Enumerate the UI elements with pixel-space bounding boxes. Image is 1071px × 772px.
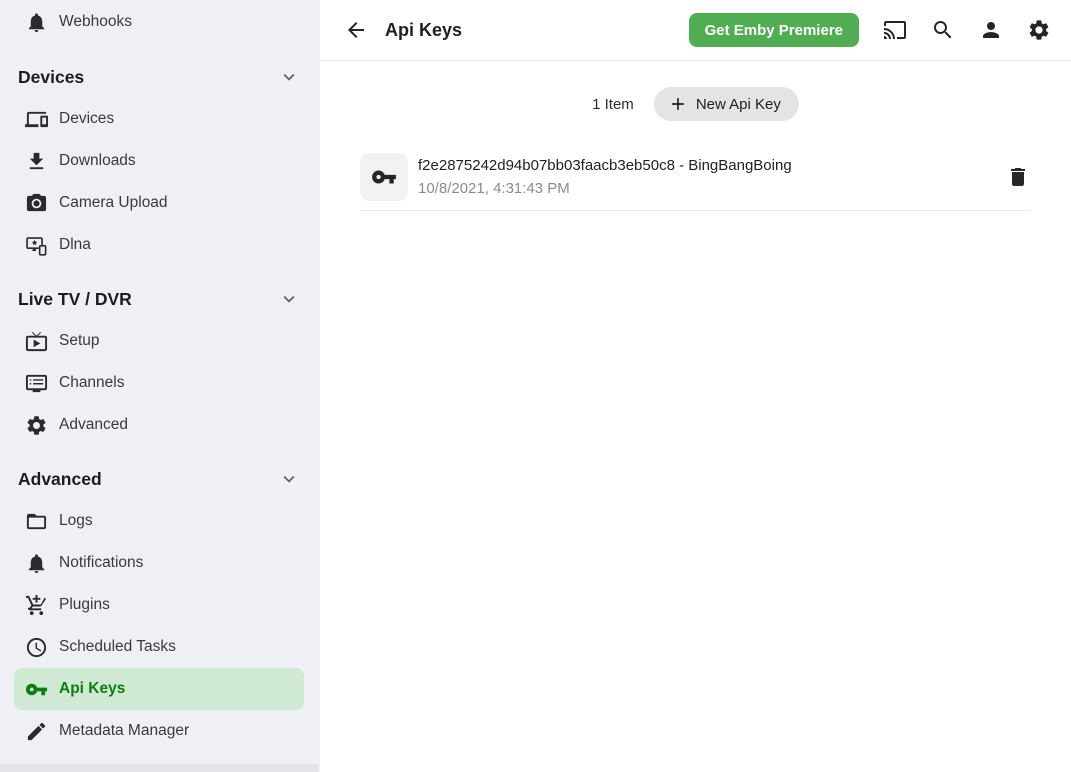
trash-icon xyxy=(1006,165,1030,189)
sidebar-scrollbar[interactable] xyxy=(0,764,318,772)
sidebar-item-metadata-manager[interactable]: Metadata Manager xyxy=(0,710,320,752)
dlna-icon xyxy=(25,234,48,257)
api-key-row[interactable]: f2e2875242d94b07bb03faacb3eb50c8 - BingB… xyxy=(360,153,1031,211)
delete-api-key-button[interactable] xyxy=(1006,165,1030,189)
sidebar-section-advanced[interactable]: Advanced xyxy=(0,458,320,500)
sidebar-item-dlna[interactable]: Dlna xyxy=(0,224,320,266)
download-icon xyxy=(25,150,48,173)
sidebar-item-logs[interactable]: Logs xyxy=(0,500,320,542)
sidebar-item-advanced-livetv[interactable]: Advanced xyxy=(0,404,320,446)
sidebar-item-setup[interactable]: Setup xyxy=(0,320,320,362)
sidebar-item-label: Scheduled Tasks xyxy=(59,638,176,656)
gear-icon xyxy=(25,414,48,437)
key-icon-tile xyxy=(360,153,408,201)
list-toolbar: 1 Item New Api Key xyxy=(320,87,1071,121)
sidebar-item-scheduled-tasks[interactable]: Scheduled Tasks xyxy=(0,626,320,668)
page-title: Api Keys xyxy=(385,20,462,41)
sidebar-item-label: Camera Upload xyxy=(59,194,168,212)
sidebar-section-devices[interactable]: Devices xyxy=(0,56,320,98)
sidebar-item-label: Metadata Manager xyxy=(59,722,189,740)
sidebar-item-label: Notifications xyxy=(59,554,143,572)
search-button[interactable] xyxy=(931,18,955,42)
api-key-name: f2e2875242d94b07bb03faacb3eb50c8 - BingB… xyxy=(418,157,1006,174)
key-icon xyxy=(371,164,397,190)
bell-icon xyxy=(25,552,48,575)
sidebar: Webhooks Devices Devices Downloads Camer… xyxy=(0,0,320,772)
cart-plus-icon xyxy=(25,594,48,617)
cast-button[interactable] xyxy=(883,18,907,42)
sidebar-item-label: Setup xyxy=(59,332,100,350)
new-api-key-button[interactable]: New Api Key xyxy=(654,87,799,121)
chevron-down-icon xyxy=(278,288,300,310)
live-tv-icon xyxy=(25,330,48,353)
sidebar-item-label: Downloads xyxy=(59,152,136,170)
chevron-down-icon xyxy=(278,468,300,490)
sidebar-item-notifications[interactable]: Notifications xyxy=(0,542,320,584)
api-key-date: 10/8/2021, 4:31:43 PM xyxy=(418,180,1006,197)
plus-icon xyxy=(668,94,688,114)
cast-icon xyxy=(883,18,907,42)
get-emby-premiere-button[interactable]: Get Emby Premiere xyxy=(689,13,859,47)
api-key-text: f2e2875242d94b07bb03faacb3eb50c8 - BingB… xyxy=(418,157,1006,197)
main-panel: Api Keys Get Emby Premiere 1 Item New Ap… xyxy=(320,0,1071,772)
settings-button[interactable] xyxy=(1027,18,1051,42)
sidebar-item-label: Channels xyxy=(59,374,125,392)
item-count-label: 1 Item xyxy=(592,96,634,113)
section-title: Live TV / DVR xyxy=(18,289,132,310)
top-bar: Api Keys Get Emby Premiere xyxy=(320,0,1071,61)
sidebar-item-label: Advanced xyxy=(59,416,128,434)
sidebar-item-downloads[interactable]: Downloads xyxy=(0,140,320,182)
arrow-back-icon xyxy=(344,18,368,42)
camera-icon xyxy=(25,192,48,215)
gear-icon xyxy=(1027,18,1051,42)
sidebar-item-plugins[interactable]: Plugins xyxy=(0,584,320,626)
person-icon xyxy=(979,18,1003,42)
sidebar-item-channels[interactable]: Channels xyxy=(0,362,320,404)
pencil-icon xyxy=(25,720,48,743)
new-api-key-label: New Api Key xyxy=(696,96,781,113)
sidebar-item-label: Dlna xyxy=(59,236,91,254)
sidebar-item-api-keys[interactable]: Api Keys xyxy=(14,668,304,710)
dvr-icon xyxy=(25,372,48,395)
key-icon xyxy=(25,678,48,701)
section-title: Devices xyxy=(18,67,84,88)
clock-icon xyxy=(25,636,48,659)
sidebar-item-label: Webhooks xyxy=(59,13,132,31)
sidebar-item-label: Api Keys xyxy=(59,680,125,698)
sidebar-item-label: Plugins xyxy=(59,596,110,614)
chevron-down-icon xyxy=(278,66,300,88)
devices-icon xyxy=(25,108,48,131)
api-key-list: f2e2875242d94b07bb03faacb3eb50c8 - BingB… xyxy=(360,153,1031,211)
sidebar-item-label: Devices xyxy=(59,110,114,128)
folder-icon xyxy=(25,510,48,533)
bell-icon xyxy=(25,11,48,34)
sidebar-item-camera-upload[interactable]: Camera Upload xyxy=(0,182,320,224)
sidebar-section-live-tv[interactable]: Live TV / DVR xyxy=(0,278,320,320)
search-icon xyxy=(931,18,955,42)
back-button[interactable] xyxy=(344,18,368,42)
topbar-icon-group xyxy=(883,18,1051,42)
user-button[interactable] xyxy=(979,18,1003,42)
sidebar-item-label: Logs xyxy=(59,512,93,530)
section-title: Advanced xyxy=(18,469,102,490)
sidebar-item-devices[interactable]: Devices xyxy=(0,98,320,140)
sidebar-item-webhooks[interactable]: Webhooks xyxy=(0,0,320,44)
